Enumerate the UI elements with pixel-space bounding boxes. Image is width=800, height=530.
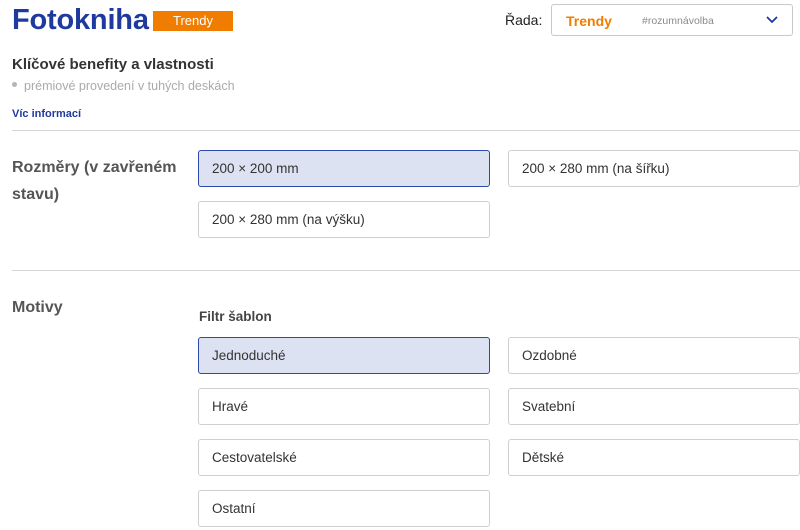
dimensions-label: Rozměry (v zavřeném stavu) [12, 154, 177, 208]
section-divider [12, 270, 800, 271]
benefits-heading: Klíčové benefity a vlastnosti [12, 56, 214, 73]
dimensions-label-line1: Rozměry (v zavřeném [12, 159, 177, 176]
bullet-icon [12, 82, 17, 88]
benefit-item: prémiové provedení v tuhých deskách [12, 79, 235, 92]
dimension-option-200x280-landscape[interactable]: 200 × 280 mm (na šířku) [508, 150, 800, 187]
section-divider [12, 130, 800, 131]
series-badge: Trendy [153, 11, 233, 31]
series-label: Řada: [505, 12, 543, 28]
motif-option-travel[interactable]: Cestovatelské [198, 439, 490, 476]
series-select[interactable]: Trendy #rozumnávolba [551, 4, 793, 36]
series-select-value: Trendy [566, 13, 612, 29]
dimension-option-200x280-portrait[interactable]: 200 × 280 mm (na výšku) [198, 201, 490, 238]
motif-option-simple[interactable]: Jednoduché [198, 337, 490, 374]
more-info-link[interactable]: Víc informací [12, 108, 81, 120]
template-filter-label: Filtr šablon [199, 309, 272, 324]
benefit-item-text: prémiové provedení v tuhých deskách [24, 79, 235, 92]
dimensions-label-line2: stavu) [12, 186, 60, 203]
chevron-down-icon [766, 16, 778, 23]
motif-option-wedding[interactable]: Svatební [508, 388, 800, 425]
motifs-label: Motivy [12, 299, 63, 316]
motif-option-playful[interactable]: Hravé [198, 388, 490, 425]
motif-option-kids[interactable]: Dětské [508, 439, 800, 476]
motif-option-ornate[interactable]: Ozdobné [508, 337, 800, 374]
motif-option-other[interactable]: Ostatní [198, 490, 490, 527]
page-title: Fotokniha [12, 4, 149, 36]
series-select-hashtag: #rozumnávolba [642, 15, 714, 27]
dimension-option-200x200[interactable]: 200 × 200 mm [198, 150, 490, 187]
product-configurator: Fotokniha Trendy Řada: Trendy #rozumnávo… [0, 0, 800, 530]
